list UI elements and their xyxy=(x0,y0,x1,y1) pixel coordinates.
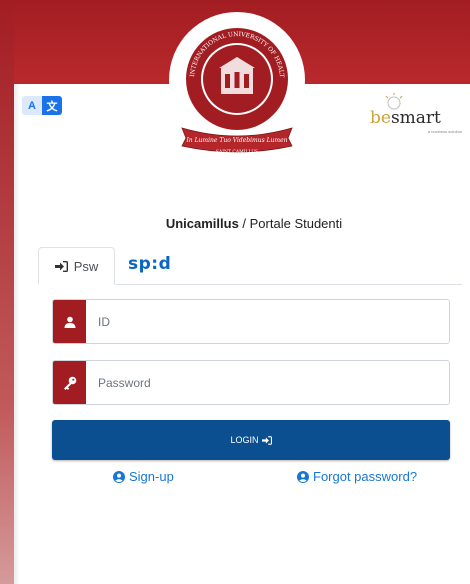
forgot-password-label: Forgot password? xyxy=(313,469,418,484)
login-button[interactable]: LOGIN xyxy=(52,420,450,460)
sign-in-icon xyxy=(54,260,68,272)
sign-in-icon xyxy=(261,435,272,445)
besmart-be: be xyxy=(370,108,391,128)
password-input-group xyxy=(52,360,450,405)
seal-motto: In Lumine Tuo Videbimus Lumen xyxy=(185,137,287,144)
university-seal-logo: INTERNATIONAL UNIVERSITY OF HEALTH SCIEN… xyxy=(184,26,288,130)
tab-psw-label: Psw xyxy=(73,258,99,274)
forgot-password-link[interactable]: Forgot password? xyxy=(297,469,417,484)
signup-link[interactable]: Sign-up xyxy=(113,469,174,484)
translate-button[interactable]: A 文 xyxy=(22,96,62,115)
besmart-smart: smart xyxy=(390,108,441,128)
user-circle-icon xyxy=(297,470,309,483)
portal-name: Portale Studenti xyxy=(249,216,343,231)
tab-spid[interactable]: sp:d xyxy=(128,254,171,278)
besmart-wordmark: besmart xyxy=(370,108,441,128)
besmart-logo: besmart a business solution xyxy=(368,92,464,134)
password-field[interactable] xyxy=(86,361,449,404)
seal-ribbon: In Lumine Tuo Videbimus Lumen SAINT CAMI… xyxy=(181,127,293,155)
signup-label: Sign-up xyxy=(129,469,174,484)
spid-logo: sp:d xyxy=(128,254,172,274)
side-band xyxy=(0,0,14,584)
translate-icon: A xyxy=(22,96,42,115)
user-icon xyxy=(53,300,86,343)
besmart-tagline: a business solution xyxy=(428,129,463,134)
title-separator: / xyxy=(238,216,250,231)
institution-name: Unicamillus xyxy=(165,216,239,231)
user-circle-icon xyxy=(113,470,125,483)
id-input-group xyxy=(52,299,450,344)
page-title: Unicamillus / Portale Studenti xyxy=(0,216,470,231)
card-shadow xyxy=(14,84,20,584)
login-label: LOGIN xyxy=(230,435,259,445)
key-icon xyxy=(53,361,86,404)
seal-bottom-text: SAINT CAMILLUS xyxy=(216,149,258,155)
translate-icon-glyph: 文 xyxy=(42,96,62,115)
id-field[interactable] xyxy=(86,300,449,343)
tab-psw[interactable]: Psw xyxy=(38,247,115,285)
